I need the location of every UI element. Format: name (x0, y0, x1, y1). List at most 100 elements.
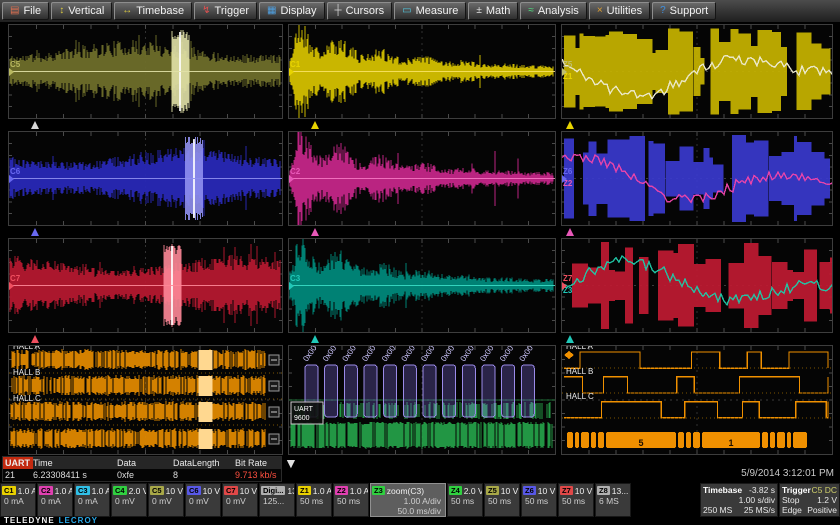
waveform-panel-c3[interactable]: C3 (288, 238, 556, 333)
waveform-panel-z1-z5[interactable]: Z5Z1 (561, 24, 833, 119)
menu-button-cursors[interactable]: ┼Cursors (327, 2, 393, 20)
svg-text:HALL B: HALL B (566, 367, 593, 376)
channel-offset: 0 mA (2, 496, 34, 506)
svg-text:5: 5 (638, 438, 643, 448)
timebase-summary[interactable]: Timebase-3.82 s 1.00 s/div 250 MS25 MS/s (700, 483, 778, 517)
menu-button-utilities[interactable]: ×Utilities (589, 2, 650, 20)
waveform-panel-c1[interactable]: C1 (288, 24, 556, 119)
channel-scale: 10 V (166, 486, 184, 496)
channel-scale: 10 V (240, 486, 258, 496)
trigger-position-marker-icon (31, 228, 39, 236)
menu-button-support[interactable]: ?Support (652, 2, 716, 20)
analysis-icon: ≈ (528, 6, 534, 16)
channel-box-c4[interactable]: C42.0 V0 mV (111, 483, 147, 517)
c6-waveform (9, 132, 282, 225)
waveform-panel-c7[interactable]: C7 (8, 238, 283, 333)
waveform-panel-hall-zoom[interactable]: HALL AHALL BHALL C51 (561, 345, 833, 455)
channel-offset: 0 mV (224, 496, 256, 506)
trace-level-arrow-icon (9, 175, 14, 183)
menu-label: Display (280, 5, 316, 17)
uart-col-time: Time (33, 457, 117, 469)
channel-offset: 50 ms (449, 496, 481, 506)
timebase-scale: 1.00 s/div (739, 495, 775, 505)
trigger-level: 1.2 V (817, 495, 837, 505)
waveform-panel-c6[interactable]: C6 (8, 131, 283, 226)
menu-label: Trigger (215, 5, 249, 17)
c3-waveform (289, 239, 555, 332)
channel-box-z4[interactable]: Z42.0 V50 ms (447, 483, 483, 517)
uart-row-datalength: 8 (173, 469, 235, 481)
channel-box-c5[interactable]: C510 V0 mV (148, 483, 184, 517)
trigger-summary[interactable]: TriggerC5 DC Stop1.2 V EdgePositive (779, 483, 840, 517)
menu-button-math[interactable]: ±Math (468, 2, 518, 20)
svg-text:0x00: 0x00 (439, 346, 457, 363)
channel-box-z1[interactable]: Z11.0 A50 ms (296, 483, 332, 517)
timebase-label: Timebase (703, 485, 742, 495)
timebase-offset: -3.82 s (749, 485, 775, 495)
trace-level-arrow-icon (289, 282, 294, 290)
menu-button-analysis[interactable]: ≈ Analysis (520, 2, 586, 20)
waveform-panel-z3-z7[interactable]: Z7Z3 (561, 238, 833, 333)
channel-box-z7[interactable]: Z710 V50 ms (558, 483, 594, 517)
channel-box-c7[interactable]: C710 V0 mV (222, 483, 258, 517)
menu-button-trigger[interactable]: ↯ Trigger (194, 2, 257, 20)
channel-scale: 2.0 V (464, 486, 483, 496)
menu-label: Timebase (136, 5, 184, 17)
channel-offset: 0 mA (39, 496, 71, 506)
channel-box-c3[interactable]: C31.0 A0 mA (74, 483, 110, 517)
table-collapse-button[interactable]: ▼ (284, 455, 298, 471)
measure-icon: ▭ (402, 6, 411, 16)
menu-button-file[interactable]: ▤File (2, 2, 49, 20)
trigger-position-marker-icon (311, 121, 319, 129)
channel-box-z6[interactable]: Z610 V50 ms (521, 483, 557, 517)
channel-scale: 2.0 V (129, 486, 147, 496)
waveform-panel-uart-decode[interactable]: 0x000x000x000x000x000x000x000x000x000x00… (288, 345, 556, 455)
channel-box-c2[interactable]: C21.0 A0 mA (37, 483, 73, 517)
z2-z6-waveform (562, 132, 832, 225)
channel-box-c6[interactable]: C610 V0 mV (185, 483, 221, 517)
waveform-panel-c2[interactable]: C2 (288, 131, 556, 226)
c2-waveform (289, 132, 555, 225)
channel-tab: Z5 (486, 486, 499, 495)
uart-decode-waveform: 0x000x000x000x000x000x000x000x000x000x00… (289, 346, 555, 454)
channel-box-digi[interactable]: Digi...13...125... (259, 483, 295, 517)
logo-teledyne: TELEDYNE (4, 516, 55, 525)
waveform-panel-c5[interactable]: C5 (8, 24, 283, 119)
channel-tab: C3 (76, 486, 90, 495)
svg-text:9600: 9600 (294, 415, 310, 422)
trace-level-arrow-icon (562, 68, 567, 76)
uart-decode-table: UART Time Data DataLength Bit Rate 21 6.… (2, 456, 282, 482)
svg-text:0x00: 0x00 (341, 346, 359, 363)
channel-box-z5[interactable]: Z510 V50 ms (484, 483, 520, 517)
menu-button-vertical[interactable]: ↕Vertical (51, 2, 112, 20)
uart-table-header: UART Time Data DataLength Bit Rate (3, 457, 281, 469)
waveform-panel-z2-z6[interactable]: Z6Z2 (561, 131, 833, 226)
svg-text:HALL B: HALL B (13, 368, 40, 377)
svg-text:1: 1 (728, 438, 733, 448)
menu-label: Analysis (538, 5, 579, 17)
menu-button-display[interactable]: ▦Display (259, 2, 325, 20)
channel-offset: 0 mA (76, 496, 108, 506)
trace-level-arrow-icon (9, 282, 14, 290)
trigger-icon: ↯ (202, 6, 210, 16)
svg-text:0x00: 0x00 (301, 346, 319, 363)
uart-table-row[interactable]: 21 6.23308411 s 0xfe 8 9.713 kb/s (3, 469, 281, 481)
trace-level-arrow-icon (562, 282, 567, 290)
menu-button-measure[interactable]: ▭Measure (394, 2, 466, 20)
channel-box-z2[interactable]: Z21.0 A50 ms (333, 483, 369, 517)
uart-protocol-badge[interactable]: UART (3, 457, 33, 469)
waveform-panel-hall-digital[interactable]: HALL AHALL BHALL C (8, 345, 283, 455)
menu-button-timebase[interactable]: ↔Timebase (114, 2, 192, 20)
channel-tab: Z6 (523, 486, 536, 495)
channel-scale: 13... (287, 486, 295, 496)
uart-row-time: 6.23308411 s (33, 469, 117, 481)
trigger-position-marker-icon (566, 335, 574, 343)
channel-box-c1[interactable]: C11.0 A0 mA (0, 483, 36, 517)
channel-box-z3-selected[interactable]: Z3zoom(C3)1.00 A/div50.0 ms/div (370, 483, 446, 517)
uart-row-data: 0xfe (117, 469, 173, 481)
channel-offset: 50 ms (335, 496, 367, 506)
channel-box-z8[interactable]: Z813...6 MS (595, 483, 631, 517)
trigger-position-marker-icon (31, 121, 39, 129)
menu-label: Utilities (607, 5, 642, 17)
svg-text:UART: UART (294, 406, 314, 413)
